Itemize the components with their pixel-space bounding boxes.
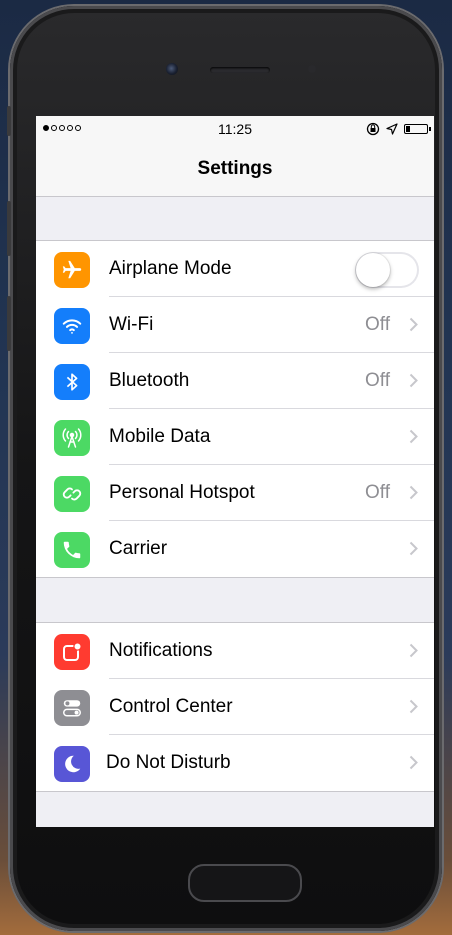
control-center-icon [54, 690, 90, 726]
chevron-right-icon [409, 373, 418, 388]
page-title: Settings [197, 158, 273, 179]
connectivity-group: Airplane Mode Wi-Fi Off Bluetooth Off Mo… [36, 240, 434, 578]
wifi-icon [54, 308, 90, 344]
chevron-right-icon [409, 485, 418, 500]
toggle-knob [356, 253, 390, 287]
screen: 11:25 Settings Airplane Mode Wi-Fi Off B… [36, 116, 434, 827]
airplane-icon [54, 252, 90, 288]
settings-row-carrier[interactable]: Carrier [36, 521, 434, 577]
bluetooth-status-value: Off [365, 370, 390, 391]
settings-row-notifications[interactable]: Notifications [36, 623, 434, 679]
notifications-icon [54, 634, 90, 670]
chevron-right-icon [409, 541, 418, 556]
personal-hotspot-status-value: Off [365, 482, 390, 503]
bluetooth-icon [54, 364, 90, 400]
airplane-mode-label: Airplane Mode [109, 258, 232, 279]
status-bar: 11:25 [36, 116, 434, 143]
moon-icon [54, 746, 90, 782]
bluetooth-label: Bluetooth [109, 370, 190, 391]
control-center-label: Control Center [109, 696, 233, 717]
system-group: Notifications Control Center Do Not Dist… [36, 622, 434, 792]
wifi-label: Wi-Fi [109, 314, 154, 335]
settings-row-mobile-data[interactable]: Mobile Data [36, 409, 434, 465]
volume-up-button [7, 201, 11, 256]
airplane-mode-toggle[interactable] [355, 252, 419, 288]
chevron-right-icon [409, 643, 418, 658]
notifications-label: Notifications [109, 640, 213, 661]
front-camera [166, 63, 178, 75]
carrier-label: Carrier [109, 538, 168, 559]
wifi-status-value: Off [365, 314, 390, 335]
orientation-lock-icon [366, 122, 380, 136]
antenna-icon [54, 420, 90, 456]
earpiece-speaker [210, 67, 270, 73]
settings-row-wifi[interactable]: Wi-Fi Off [36, 297, 434, 353]
home-button[interactable] [188, 864, 302, 902]
volume-down-button [7, 296, 11, 351]
chevron-right-icon [409, 429, 418, 444]
location-arrow-icon [386, 123, 398, 135]
chevron-right-icon [409, 699, 418, 714]
settings-row-airplane-mode[interactable]: Airplane Mode [36, 241, 434, 297]
hotspot-icon [54, 476, 90, 512]
navigation-bar: Settings [36, 143, 434, 197]
chevron-right-icon [409, 755, 418, 770]
proximity-sensor [308, 65, 316, 73]
do-not-disturb-label: Do Not Disturb [106, 752, 231, 773]
mobile-data-label: Mobile Data [109, 426, 211, 447]
silent-switch [7, 106, 11, 136]
settings-row-bluetooth[interactable]: Bluetooth Off [36, 353, 434, 409]
settings-row-control-center[interactable]: Control Center [36, 679, 434, 735]
phone-icon [54, 532, 90, 568]
chevron-right-icon [409, 317, 418, 332]
battery-icon [404, 124, 431, 134]
settings-row-personal-hotspot[interactable]: Personal Hotspot Off [36, 465, 434, 521]
personal-hotspot-label: Personal Hotspot [109, 482, 255, 503]
settings-row-do-not-disturb[interactable]: Do Not Disturb [36, 735, 434, 791]
